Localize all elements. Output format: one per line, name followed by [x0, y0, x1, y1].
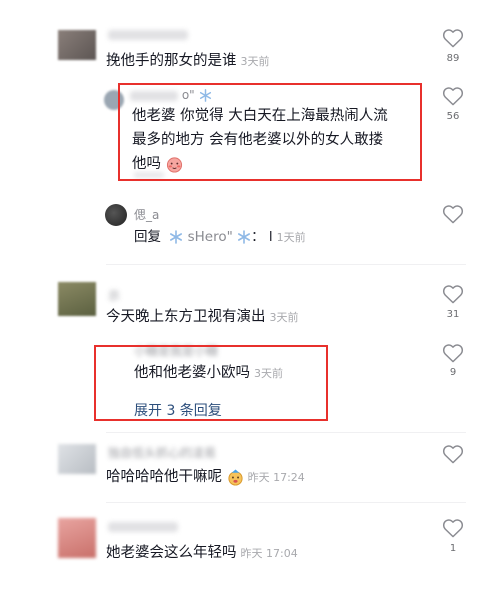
divider [106, 502, 466, 503]
heart-outline-icon[interactable] [442, 28, 464, 48]
highlight-box [94, 345, 328, 421]
timestamp: 1天前 [276, 231, 306, 244]
timestamp: 昨天 17:24 [247, 471, 305, 484]
username[interactable]: 偲_a [134, 206, 159, 223]
comment-body: 今天晚上东方卫视有演出 [106, 309, 266, 325]
username[interactable] [108, 30, 188, 40]
timestamp: 3天前 [269, 311, 299, 324]
comment-body: 挽他手的那女的是谁 [106, 53, 237, 69]
snowflake-badge-icon [238, 230, 251, 244]
mention-suffix: ： [251, 229, 265, 245]
party-face-emoji [228, 468, 243, 486]
like-count: 31 [446, 309, 460, 320]
comment-text: 哈哈哈哈他干嘛呢 昨天 17:24 [106, 466, 305, 489]
divider [106, 432, 466, 433]
mention-link[interactable]: sHero" [188, 229, 233, 245]
username[interactable]: 示 [108, 287, 120, 304]
comment-body: 哈哈哈哈他干嘛呢 [106, 469, 222, 485]
heart-outline-icon[interactable] [442, 518, 464, 538]
comment-text: 今天晚上东方卫视有演出 3天前 [106, 306, 299, 329]
divider [106, 264, 466, 265]
like-count: 56 [446, 111, 460, 122]
avatar[interactable] [58, 518, 96, 558]
like-count: 9 [449, 367, 457, 378]
heart-outline-icon[interactable] [442, 204, 464, 224]
timestamp: 3天前 [240, 55, 270, 68]
like-count: 89 [446, 53, 460, 64]
highlight-box [118, 83, 422, 181]
reply-body: l [268, 229, 273, 245]
avatar[interactable] [58, 282, 96, 316]
avatar[interactable] [58, 30, 96, 60]
comment-text: 她老婆会这么年轻吗 昨天 17:04 [106, 542, 298, 565]
heart-outline-icon[interactable] [442, 444, 464, 464]
like-count: 1 [449, 543, 457, 554]
heart-outline-icon[interactable] [442, 343, 464, 363]
heart-outline-icon[interactable] [442, 284, 464, 304]
heart-outline-icon[interactable] [442, 86, 464, 106]
reply-text: 回复 sHero" ： l 1天前 [134, 226, 306, 249]
timestamp: 昨天 17:04 [240, 547, 298, 560]
avatar[interactable] [105, 204, 127, 226]
username[interactable]: 独自低头抓心的凌易 [108, 444, 216, 461]
username[interactable] [108, 522, 178, 532]
reply-label: 回复 [134, 229, 161, 245]
comment-body: 她老婆会这么年轻吗 [106, 545, 237, 561]
avatar[interactable] [58, 444, 96, 474]
snowflake-badge-icon [170, 230, 183, 244]
username-tail: 示 [108, 289, 121, 303]
comment-text: 挽他手的那女的是谁 3天前 [106, 50, 270, 73]
